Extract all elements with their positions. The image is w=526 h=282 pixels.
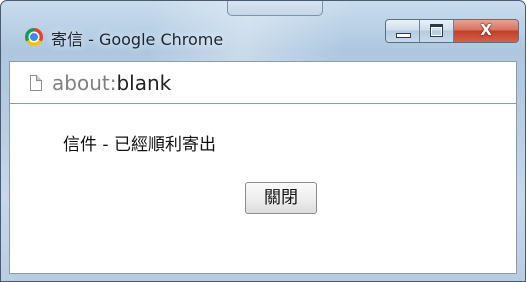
page-icon xyxy=(30,75,42,91)
maximize-icon xyxy=(430,24,443,37)
close-icon: X xyxy=(480,21,492,39)
title-tab-notch xyxy=(227,1,323,16)
address-bar[interactable]: about:blank xyxy=(9,61,517,104)
minimize-button[interactable] xyxy=(386,20,420,42)
maximize-button[interactable] xyxy=(420,20,454,42)
title-bar[interactable]: 寄信 - Google Chrome X xyxy=(1,1,525,61)
chrome-icon xyxy=(25,28,43,46)
close-button[interactable]: 關閉 xyxy=(245,182,317,214)
minimize-icon xyxy=(396,33,411,38)
close-window-button[interactable]: X xyxy=(454,20,518,42)
url-scheme: about: xyxy=(52,71,117,95)
url-text[interactable]: about:blank xyxy=(52,71,171,95)
page-content: 信件 - 已經順利寄出 關閉 xyxy=(9,104,517,274)
window-title: 寄信 - Google Chrome xyxy=(51,30,224,49)
url-host: blank xyxy=(116,71,172,95)
browser-popup-window: 寄信 - Google Chrome X about:blank 信件 - 已經… xyxy=(0,0,526,282)
caption-buttons: X xyxy=(385,19,519,43)
status-message: 信件 - 已經順利寄出 xyxy=(63,135,216,155)
